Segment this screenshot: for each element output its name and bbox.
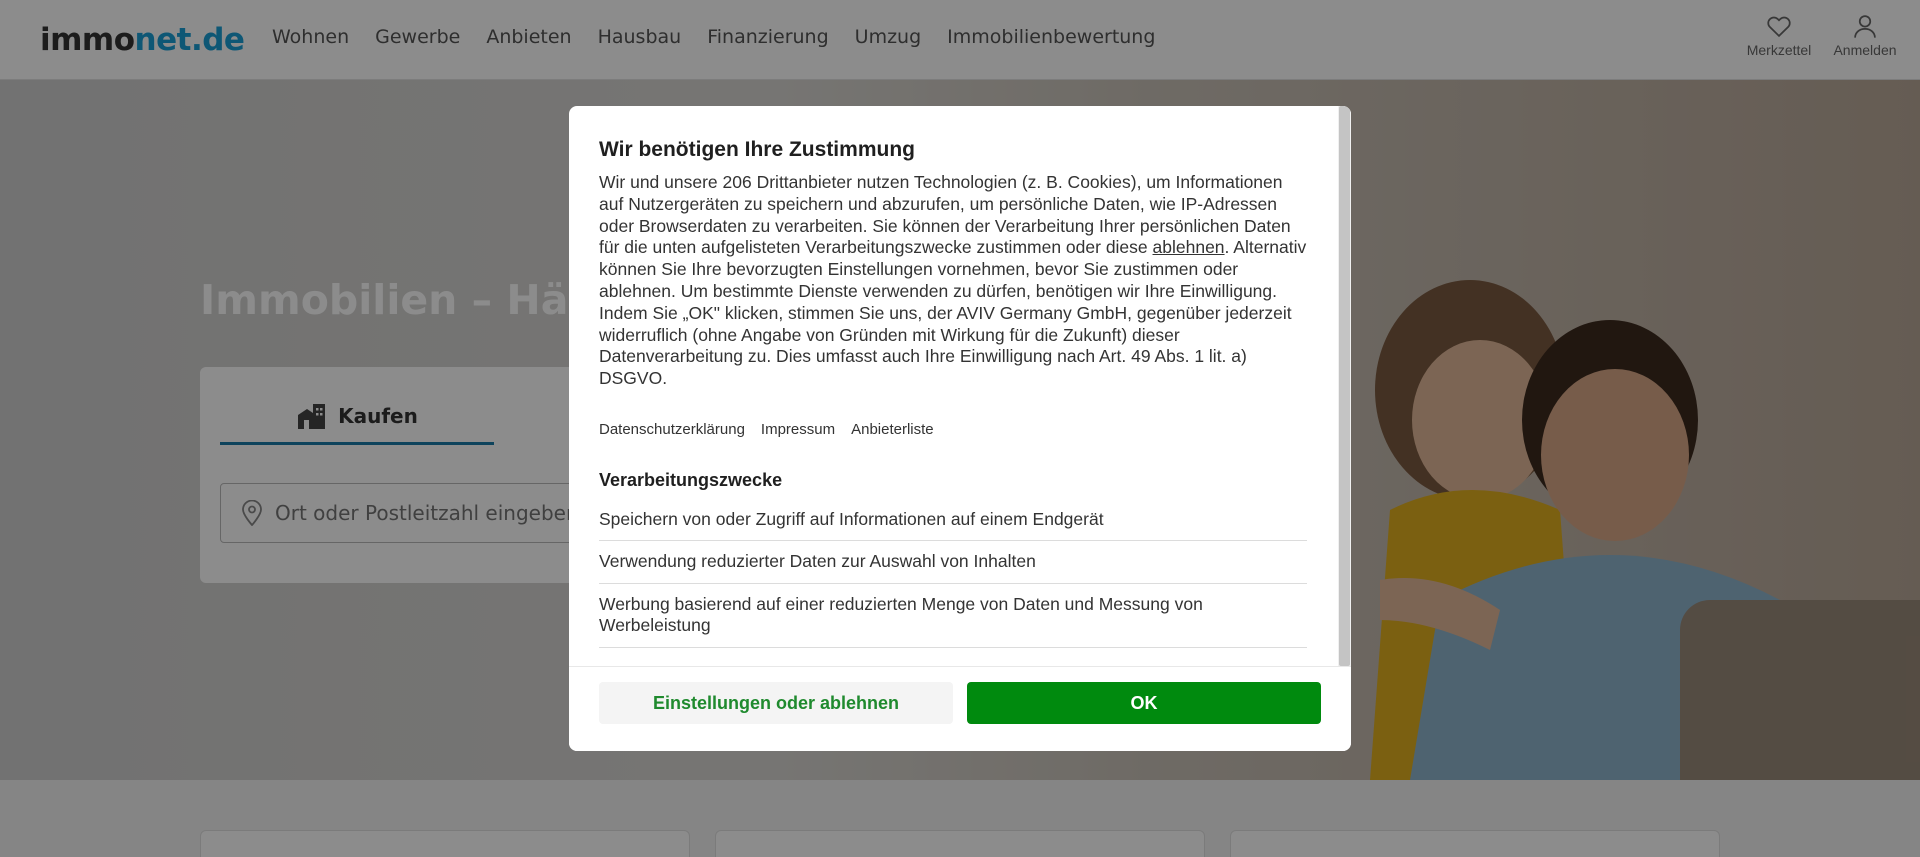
purposes-heading: Verarbeitungszwecke [599,469,783,490]
consent-links: Datenschutzerklärung Impressum Anbieterl… [599,421,1307,438]
scrollbar[interactable] [1338,106,1351,666]
consent-footer: Einstellungen oder ablehnen OK [569,666,1351,751]
consent-body: Wir und unsere 206 Drittanbieter nutzen … [599,172,1307,390]
purpose-item[interactable]: Speichern von oder Zugriff auf Informati… [599,499,1307,542]
consent-dialog: Wir benötigen Ihre Zustimmung Wir und un… [569,106,1351,751]
settings-or-decline-button[interactable]: Einstellungen oder ablehnen [599,682,953,724]
privacy-policy-link[interactable]: Datenschutzerklärung [599,421,745,438]
vendor-list-link[interactable]: Anbieterliste [851,421,934,438]
purpose-item[interactable]: Verwendung reduzierter Daten zur Auswahl… [599,541,1307,584]
ok-button[interactable]: OK [967,682,1321,724]
consent-title: Wir benötigen Ihre Zustimmung [599,138,915,161]
scrollbar-thumb[interactable] [1339,106,1350,666]
purpose-item[interactable]: Werbung basierend auf einer reduzierten … [599,584,1307,648]
imprint-link[interactable]: Impressum [761,421,835,438]
consent-scroll-area[interactable]: Wir benötigen Ihre Zustimmung Wir und un… [569,106,1351,666]
consent-body-text-2: . Alternativ können Sie Ihre bevorzugten… [599,237,1307,389]
reject-link[interactable]: ablehnen [1153,237,1225,257]
